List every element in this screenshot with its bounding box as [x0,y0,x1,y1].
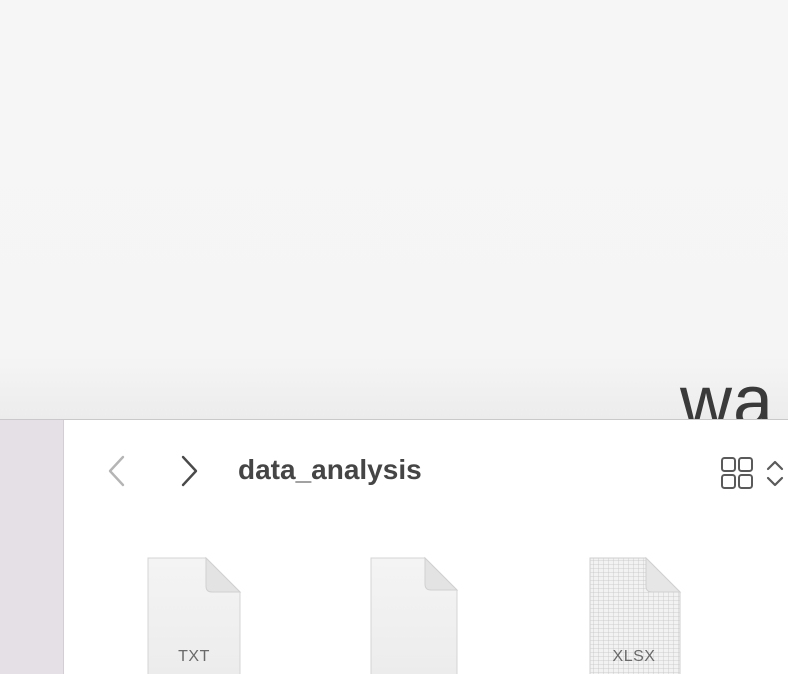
grid-view-button[interactable] [720,456,754,490]
forward-button[interactable] [176,452,202,490]
file-item[interactable]: XLSX [588,556,684,674]
background-heading: wa [680,362,775,420]
back-button[interactable] [104,452,130,490]
file-browser-panel: data_analysis TXT XLSX [0,419,788,674]
up-down-chevron-icon [766,460,784,487]
file-type-label: XLSX [612,648,656,665]
grid-view-icon [721,457,753,489]
background-window: wa [0,0,788,420]
view-options-button[interactable] [764,458,786,490]
folder-title: data_analysis [238,454,422,485]
blank-document-icon [370,556,459,674]
file-type-label: TXT [178,648,210,665]
chevron-left-icon [108,455,125,487]
file-item[interactable]: TXT [146,556,242,674]
sidebar[interactable] [0,420,64,674]
chevron-right-icon [181,455,198,487]
file-item[interactable] [369,556,465,674]
